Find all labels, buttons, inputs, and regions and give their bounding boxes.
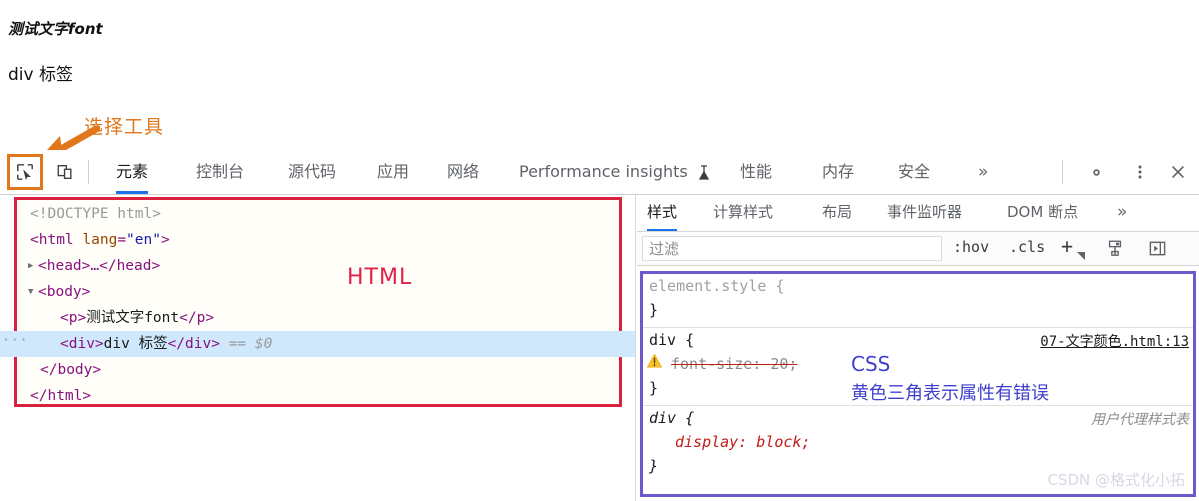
devtools-toolbar: 元素 控制台 源代码 应用 网络 Performance insights 性能… — [0, 150, 1199, 195]
tab-memory[interactable]: 内存 — [822, 150, 854, 194]
dom-row-p[interactable]: <p>测试文字font</p> — [20, 305, 620, 331]
css-declaration-font-size[interactable]: font-size: 20; — [649, 352, 1193, 376]
tab-security[interactable]: 安全 — [898, 150, 930, 194]
toolbar-divider — [88, 160, 89, 184]
hov-button[interactable]: :hov — [953, 238, 989, 256]
styles-tab-layout[interactable]: 布局 — [822, 195, 852, 231]
collapse-sidebar-icon — [1149, 241, 1165, 255]
close-devtools-button[interactable] — [1164, 158, 1192, 186]
styles-tab-styles[interactable]: 样式 — [647, 195, 678, 231]
close-icon — [1172, 166, 1184, 178]
tab-performance-insights[interactable]: Performance insights — [519, 150, 688, 194]
print-styles-icon — [1108, 240, 1122, 256]
styles-tab-computed[interactable]: 计算样式 — [713, 195, 773, 231]
dom-tree-panel[interactable]: <!DOCTYPE html> <html lang="en"> ▶ <head>… — [0, 195, 636, 501]
tab-console[interactable]: 控制台 — [196, 150, 244, 194]
styles-tab-event-listeners[interactable]: 事件监听器 — [887, 195, 962, 231]
dom-row-ellipsis-marker: ··· — [2, 333, 29, 348]
annotation-css-warning-note: 黄色三角表示属性有错误 — [851, 383, 1049, 404]
dom-tree[interactable]: <!DOCTYPE html> <html lang="en"> ▶ <head>… — [0, 201, 635, 409]
css-rule-element-style[interactable]: element.style { } — [643, 274, 1193, 328]
inspect-cursor-icon — [17, 164, 33, 181]
device-toolbar-icon — [57, 165, 72, 179]
css-rule-source-link[interactable]: 07-文字颜色.html:13 — [1040, 330, 1189, 354]
tab-overflow-button[interactable]: » — [978, 150, 988, 194]
preview-div: div 标签 — [8, 65, 73, 85]
annotation-html-label: HTML — [347, 265, 413, 290]
expander-expanded-icon[interactable]: ▼ — [28, 279, 38, 305]
dom-row-div-selected[interactable]: <div>div 标签</div> == $0 — [0, 331, 635, 357]
tab-performance[interactable]: 性能 — [740, 150, 772, 194]
expander-collapsed-icon[interactable]: ▶ — [28, 253, 38, 279]
warning-triangle-icon — [647, 354, 662, 368]
styles-tabbar: 样式 计算样式 布局 事件监听器 DOM 断点 » — [637, 195, 1199, 232]
tab-elements[interactable]: 元素 — [116, 150, 149, 194]
settings-button[interactable] — [1082, 158, 1110, 186]
css-rule-source-label: 用户代理样式表 — [1091, 412, 1189, 428]
collapse-sidebar-button[interactable] — [1145, 236, 1169, 260]
annotation-css-purplebox: element.style { } div { 07-文字颜色.html:13 … — [640, 271, 1196, 497]
inspect-element-button[interactable] — [7, 154, 43, 190]
annotation-select-tool-label: 选择工具 — [84, 116, 165, 138]
filter-input[interactable]: 过滤 — [642, 236, 942, 261]
more-options-button[interactable] — [1126, 158, 1154, 186]
css-rule-selector[interactable]: element.style { — [649, 274, 1193, 298]
experiment-flask-icon — [698, 165, 710, 180]
dom-row-body-close[interactable]: </body> — [20, 357, 620, 383]
chevron-down-icon[interactable] — [1077, 252, 1085, 260]
styles-tab-dom-breakpoints[interactable]: DOM 断点 — [1007, 195, 1078, 231]
dom-row-html-open[interactable]: <html lang="en"> — [20, 227, 620, 253]
print-styles-button[interactable] — [1103, 236, 1127, 260]
dom-row-body-open[interactable]: ▼ <body> — [20, 279, 620, 305]
tab-sources[interactable]: 源代码 — [288, 150, 336, 194]
annotation-css-label: CSS — [851, 352, 891, 376]
styles-filter-row: 过滤 :hov .cls + ▲ — [637, 232, 1199, 283]
kebab-menu-icon — [1138, 165, 1142, 179]
device-toolbar-button[interactable] — [50, 157, 80, 187]
toolbar-right-divider — [1062, 160, 1063, 184]
preview-paragraph: 测试文字font — [8, 20, 103, 38]
dom-row-doctype[interactable]: <!DOCTYPE html> — [20, 201, 620, 227]
new-style-rule-button[interactable]: + — [1061, 234, 1073, 258]
tab-application[interactable]: 应用 — [377, 150, 409, 194]
css-rule-close-brace: } — [649, 301, 659, 319]
gear-icon — [1092, 168, 1100, 176]
dom-row-head[interactable]: ▶ <head>…</head> — [20, 253, 620, 279]
css-declaration-display[interactable]: display: block; — [649, 430, 1193, 454]
styles-tab-overflow-button[interactable]: » — [1117, 195, 1127, 231]
watermark: CSDN @格式化小拓 — [1047, 471, 1185, 489]
cls-button[interactable]: .cls — [1009, 238, 1045, 256]
dom-row-html-close[interactable]: </html> — [20, 383, 620, 409]
page-preview-area: 测试文字font div 标签 — [0, 0, 1199, 150]
tab-network[interactable]: 网络 — [447, 150, 479, 194]
styles-panel: 样式 计算样式 布局 事件监听器 DOM 断点 » 过滤 :hov .cls + — [637, 195, 1199, 501]
